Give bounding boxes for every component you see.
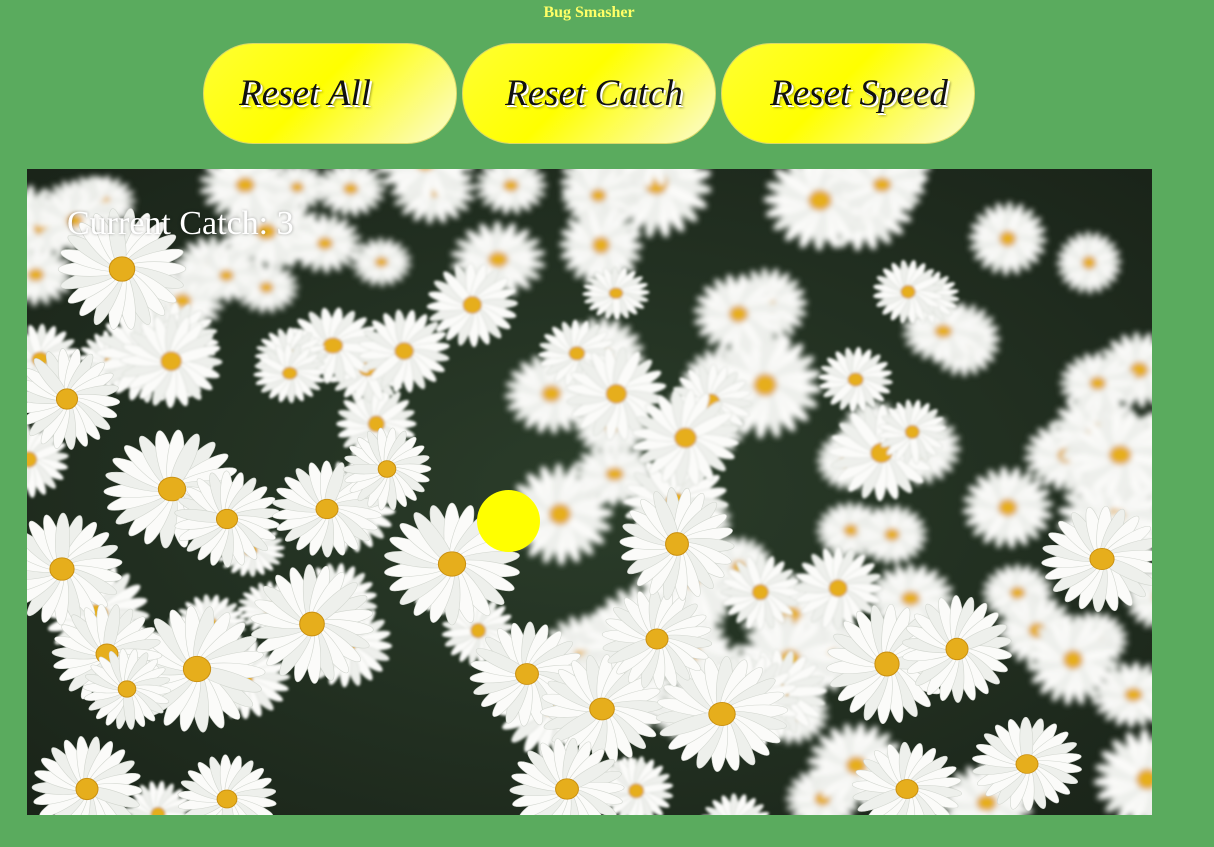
- current-catch-label: Current Catch: 3: [67, 205, 294, 242]
- reset-all-button[interactable]: Reset All: [203, 43, 457, 144]
- game-page: Bug Smasher Reset All Reset Catch Reset …: [0, 0, 1214, 847]
- reset-speed-button[interactable]: Reset Speed: [721, 43, 975, 144]
- page-title: Bug Smasher: [543, 4, 635, 21]
- daisy-flower: [878, 399, 947, 465]
- game-canvas[interactable]: Current Catch: 3: [27, 169, 1152, 815]
- daisy-flower: [873, 259, 944, 324]
- daisy-flower: [856, 504, 928, 566]
- reset-catch-button[interactable]: Reset Catch: [462, 43, 716, 144]
- bug-target[interactable]: [477, 490, 540, 552]
- daisy-field-background: [27, 169, 1152, 815]
